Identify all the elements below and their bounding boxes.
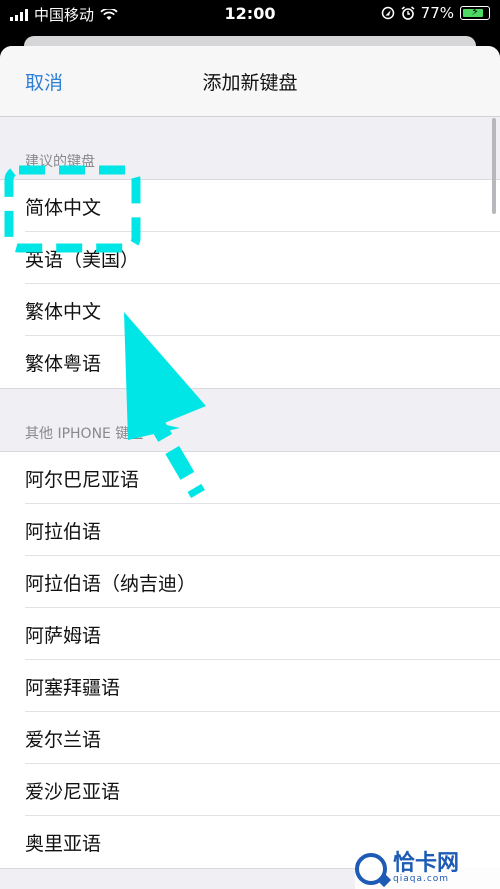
watermark-logo: 恰卡网 qiaqa.com — [355, 848, 500, 889]
watermark-name: 恰卡网 — [393, 851, 460, 876]
arrow-shaft — [143, 407, 205, 499]
magnifier-logo-icon — [355, 852, 387, 885]
arrow-head — [124, 312, 206, 440]
watermark-domain: qiaqa.com — [393, 874, 450, 884]
annotation-overlay — [4, 165, 206, 499]
highlight-box — [4, 165, 141, 253]
